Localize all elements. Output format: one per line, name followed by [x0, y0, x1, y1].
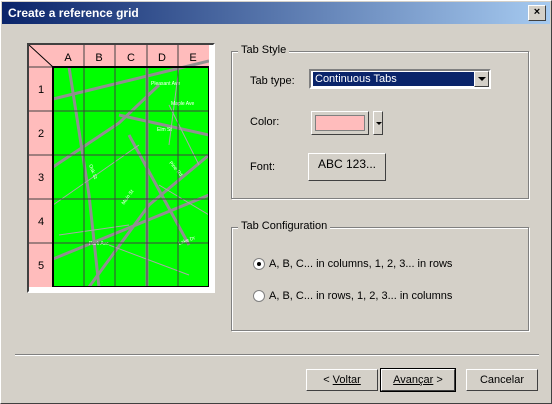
column-tab-strip: [29, 45, 209, 67]
cancel-button-label: Cancelar: [479, 374, 525, 386]
font-button[interactable]: ABC 123...: [308, 153, 386, 181]
column-header: E: [189, 52, 196, 64]
radio-columns-rows-label[interactable]: A, B, C... in columns, 1, 2, 3... in row…: [269, 258, 452, 270]
back-button-label: Voltar: [332, 374, 361, 386]
column-header: B: [95, 52, 102, 64]
title-bar[interactable]: Create a reference grid ×: [2, 2, 550, 24]
cancel-button[interactable]: Cancelar: [466, 369, 538, 391]
street-label: Park Ave: [89, 241, 109, 247]
row-header: 5: [38, 260, 44, 272]
street-label: Elm St: [157, 127, 172, 133]
row-header: 1: [38, 84, 44, 96]
grid-preview-map: Pleasant Ave Maple Ave Elm St Oak St Pin…: [29, 45, 209, 287]
grid-preview: Pleasant Ave Maple Ave Elm St Oak St Pin…: [27, 43, 215, 293]
tab-type-select[interactable]: Continuous Tabs: [309, 69, 491, 89]
radio-columns-rows[interactable]: [253, 258, 265, 270]
tab-configuration-group: Tab Configuration: [231, 220, 529, 331]
footer-separator: [15, 354, 539, 356]
dialog-window: Create a reference grid × Pleasant Ave M…: [0, 0, 552, 404]
chevron-down-icon[interactable]: [474, 71, 489, 87]
close-button[interactable]: ×: [528, 5, 546, 21]
tab-type-value: Continuous Tabs: [313, 72, 475, 86]
tab-style-group-label: Tab Style: [238, 44, 290, 56]
row-header: 3: [38, 172, 44, 184]
map-area: [53, 67, 209, 287]
row-tab-strip: [29, 45, 53, 287]
column-header: D: [158, 52, 166, 64]
back-button[interactable]: < Voltar: [306, 369, 378, 391]
window-title: Create a reference grid: [8, 6, 139, 20]
font-label: Font:: [250, 161, 276, 173]
radio-rows-columns[interactable]: [253, 290, 265, 302]
font-button-label: ABC 123...: [317, 157, 377, 171]
color-swatch: [315, 115, 365, 131]
row-header: 2: [38, 128, 44, 140]
row-header: 4: [38, 216, 44, 228]
radio-rows-columns-label[interactable]: A, B, C... in rows, 1, 2, 3... in column…: [269, 290, 452, 302]
column-header: A: [64, 52, 72, 64]
tab-configuration-group-label: Tab Configuration: [238, 220, 331, 232]
column-header: C: [127, 52, 135, 64]
street-label: Pleasant Ave: [151, 81, 180, 87]
street-label: Maple Ave: [171, 101, 194, 107]
color-picker-button[interactable]: [311, 111, 369, 135]
color-dropdown-arrow-icon[interactable]: [373, 111, 383, 135]
color-label: Color:: [250, 116, 280, 128]
next-button[interactable]: Avançar >: [380, 368, 456, 392]
next-button-label: Avançar: [393, 374, 434, 386]
tab-type-label: Tab type:: [250, 75, 295, 87]
